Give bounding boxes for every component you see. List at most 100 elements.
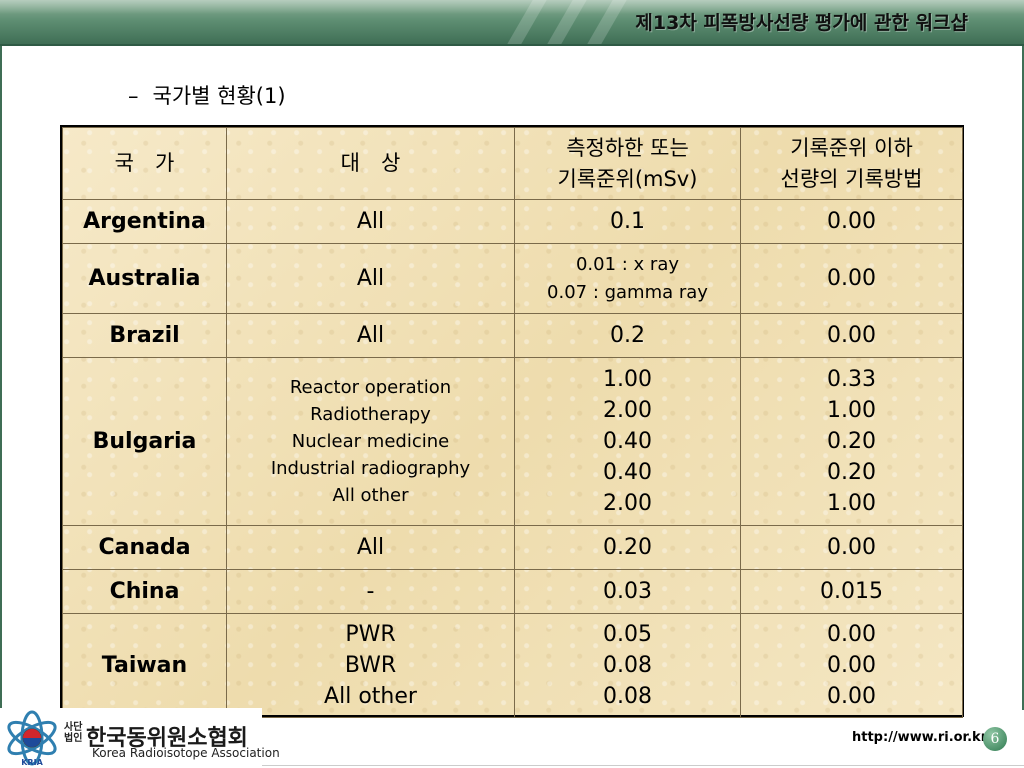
cell-line: 0.00 <box>827 622 876 647</box>
table-row: Brazil All 0.2 0.00 <box>62 313 963 358</box>
cell-target: All <box>226 313 515 358</box>
table-row: Bulgaria Reactor operation Radiotherapy Nuc… <box>62 357 963 526</box>
left-border <box>0 46 2 710</box>
table-row: China - 0.03 0.015 <box>62 569 963 614</box>
org-prefix: 사단 법인 <box>64 722 83 744</box>
header-level: 측정하한 또는기록준위(mSv) <box>514 127 741 200</box>
cell-level: 0.01 : x ray 0.07 : gamma ray <box>514 243 741 314</box>
cell-target: All <box>226 525 515 570</box>
cell-line: 0.20 <box>827 429 876 454</box>
cell-line: 0.00 <box>827 684 876 709</box>
header-line: 측정하한 또는 <box>566 135 689 160</box>
cell-method: 0.00 <box>740 243 963 314</box>
cell-method: 0.00 <box>740 199 963 244</box>
cell-line: Radiotherapy <box>310 404 431 425</box>
data-table: 국 가 대 상 측정하한 또는기록준위(mSv) 기록준위 이하선량의 기록방법… <box>62 127 963 718</box>
cell-level: 0.1 <box>514 199 741 244</box>
cell-line: - <box>366 579 375 604</box>
subtitle-text: 국가별 현황(1) <box>152 84 286 108</box>
cell-line: 0.05 <box>603 622 652 647</box>
header-target: 대 상 <box>226 127 515 200</box>
cell-line: All <box>356 323 385 348</box>
header-line: 기록준위(mSv) <box>557 166 698 191</box>
cell-method: 0.015 <box>740 569 963 614</box>
header-country: 국 가 <box>62 127 227 200</box>
page-number-badge: 6 <box>983 727 1007 751</box>
cell-line: All other <box>332 485 409 506</box>
cell-method: 0.00 <box>740 525 963 570</box>
cell-line: 0.20 <box>603 535 652 560</box>
cell-level: 0.2 <box>514 313 741 358</box>
cell-country: China <box>62 569 227 614</box>
cell-line: 0.00 <box>827 653 876 678</box>
cell-line: 2.00 <box>603 491 652 516</box>
cell-line: All other <box>324 684 417 709</box>
cell-line: 0.08 <box>603 653 652 678</box>
cell-line: 0.01 : x ray <box>575 253 680 275</box>
cell-level: 0.20 <box>514 525 741 570</box>
cell-line: 0.015 <box>820 579 883 604</box>
cell-line: 0.33 <box>827 367 876 392</box>
cell-target: All <box>226 199 515 244</box>
header-line: 국 가 <box>114 151 175 175</box>
cell-line: 2.00 <box>603 398 652 423</box>
cell-line: 0.00 <box>827 535 876 560</box>
header-bar: 제13차 피폭방사선량 평가에 관한 워크샵 <box>0 0 1024 44</box>
header-divider <box>0 44 1024 46</box>
table-row: Australia All 0.01 : x ray 0.07 : gamma ray… <box>62 243 963 314</box>
subtitle-dash: – <box>128 84 139 108</box>
cell-line: 0.20 <box>827 460 876 485</box>
website-link[interactable]: http://www.ri.or.kr <box>852 730 987 745</box>
logo-text: KRIA <box>21 758 43 767</box>
cell-line: 0.2 <box>610 323 645 348</box>
header-line: 선량의 기록방법 <box>780 166 923 191</box>
cell-method: 0.00 0.00 0.00 <box>740 613 963 718</box>
org-name-english: Korea Radioisotope Association <box>92 746 280 760</box>
cell-line: BWR <box>344 653 397 678</box>
cell-line: 0.08 <box>603 684 652 709</box>
cell-line: 1.00 <box>603 367 652 392</box>
header-line: 기록준위 이하 <box>790 135 913 160</box>
cell-target: PWR BWR All other <box>226 613 515 718</box>
cell-country: Bulgaria <box>62 357 227 526</box>
cell-line: 0.1 <box>610 209 645 234</box>
cell-country: Brazil <box>62 313 227 358</box>
cell-line: Reactor operation <box>289 377 452 398</box>
header-line: 대 상 <box>340 151 401 175</box>
country-table: 국 가 대 상 측정하한 또는기록준위(mSv) 기록준위 이하선량의 기록방법… <box>60 125 964 718</box>
cell-line: 0.00 <box>827 266 876 291</box>
cell-target: All <box>226 243 515 314</box>
cell-line: Nuclear medicine <box>291 431 450 452</box>
cell-country: Australia <box>62 243 227 314</box>
cell-level: 0.05 0.08 0.08 <box>514 613 741 718</box>
slide-subtitle: – 국가별 현황(1) <box>128 80 286 110</box>
cell-line: 0.07 : gamma ray <box>547 281 708 303</box>
cell-line: 1.00 <box>827 398 876 423</box>
table-row: Taiwan PWR BWR All other 0.05 0.08 0.08 0.00 0.0… <box>62 613 963 718</box>
cell-target: - <box>226 569 515 614</box>
cell-level: 1.00 2.00 0.40 0.40 2.00 <box>514 357 741 526</box>
cell-line: All <box>356 266 385 291</box>
slide-header-title: 제13차 피폭방사선량 평가에 관한 워크샵 <box>635 12 968 34</box>
table-row: Canada All 0.20 0.00 <box>62 525 963 570</box>
cell-line: 1.00 <box>827 491 876 516</box>
cell-line: All <box>356 535 385 560</box>
cell-line: 0.00 <box>827 209 876 234</box>
cell-target: Reactor operation Radiotherapy Nuclear med… <box>226 357 515 526</box>
atom-logo-icon: KRIA <box>7 710 57 767</box>
cell-method: 0.33 1.00 0.20 0.20 1.00 <box>740 357 963 526</box>
cell-line: 0.03 <box>603 579 652 604</box>
cell-line: 0.40 <box>603 460 652 485</box>
cell-line: 0.00 <box>827 323 876 348</box>
cell-method: 0.00 <box>740 313 963 358</box>
cell-country: Canada <box>62 525 227 570</box>
cell-line: Industrial radiography <box>270 458 471 479</box>
table-row: Argentina All 0.1 0.00 <box>62 199 963 244</box>
cell-line: All <box>356 209 385 234</box>
cell-line: 0.40 <box>603 429 652 454</box>
cell-country: Taiwan <box>62 613 227 718</box>
footer-rule <box>262 765 1024 766</box>
header-method: 기록준위 이하선량의 기록방법 <box>740 127 963 200</box>
table-header-row: 국 가 대 상 측정하한 또는기록준위(mSv) 기록준위 이하선량의 기록방법 <box>62 127 963 200</box>
cell-country: Argentina <box>62 199 227 244</box>
